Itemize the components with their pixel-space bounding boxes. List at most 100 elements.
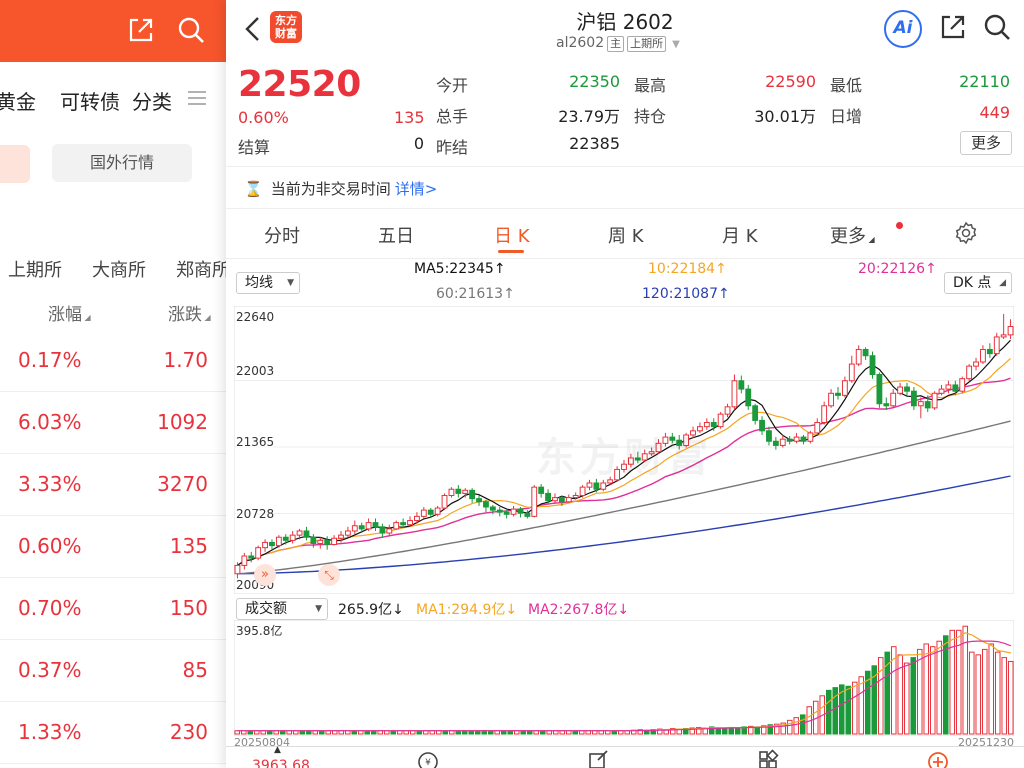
candle-body	[904, 386, 910, 392]
index-indicator-icon: ▲	[274, 745, 281, 755]
settle-value: 0	[413, 134, 424, 153]
table-row[interactable]: 0.17% 1.70	[0, 330, 226, 392]
foreign-market-pill[interactable]: 国外行情	[52, 144, 192, 182]
candle-body	[828, 392, 834, 407]
edit-icon[interactable]	[586, 748, 610, 768]
high-value: 22590	[765, 72, 816, 91]
candle-body	[766, 430, 772, 442]
candle-body	[938, 388, 945, 394]
left-header-bar	[0, 0, 226, 62]
open-interest-value: 30.01万	[754, 107, 816, 126]
exchange-dce[interactable]: 大商所	[92, 256, 146, 282]
volume-bar	[968, 651, 975, 735]
candle-body	[717, 413, 724, 428]
candle-body	[993, 336, 1000, 355]
search-icon[interactable]	[982, 12, 1012, 42]
divider	[226, 166, 1024, 167]
domestic-pill[interactable]	[0, 145, 30, 183]
expand-icon[interactable]: ⤡	[318, 564, 340, 586]
contract-code: al2602	[556, 35, 605, 51]
nav-category[interactable]: 分类	[132, 86, 172, 115]
chevron-down-icon: ▼	[287, 278, 294, 288]
volume-bar	[936, 640, 943, 735]
candle-body	[476, 498, 482, 503]
dk-point-select[interactable]: DK 点 ◢	[944, 272, 1012, 294]
exchange-shfe[interactable]: 上期所	[8, 256, 62, 282]
table-row[interactable]: 0.60% 135	[0, 516, 226, 578]
volume-bar	[988, 643, 995, 735]
volume-bar	[734, 727, 741, 735]
candle-body	[800, 436, 807, 442]
candle-body	[600, 482, 607, 490]
volume-chart[interactable]	[234, 620, 1014, 736]
table-row[interactable]: 1.33% 230	[0, 702, 226, 764]
more-quote-button[interactable]: 更多	[960, 131, 1012, 155]
table-row[interactable]: 6.03% 1092	[0, 392, 226, 454]
bottom-toolbar	[226, 746, 1024, 768]
low-label: 最低	[830, 76, 863, 95]
candle-body	[973, 361, 979, 367]
table-row[interactable]: 0.70% 150	[0, 578, 226, 640]
table-row[interactable]: 3.33% 3270	[0, 454, 226, 516]
chevron-down-icon: ▼	[315, 604, 322, 614]
ai-assistant-button[interactable]: Ai	[884, 10, 922, 48]
tab-more[interactable]: 更多 ◢	[830, 222, 875, 248]
expand-left-icon[interactable]: »	[254, 564, 276, 586]
candle-body	[807, 432, 814, 442]
volume-bar	[949, 629, 956, 735]
ma20-value: 20:22126↑	[858, 261, 937, 277]
exchange-tag: 上期所	[627, 36, 667, 52]
tab-daily-k[interactable]: 日 K	[494, 222, 530, 248]
header-chg[interactable]: 涨跌 ◢	[168, 300, 211, 325]
gear-icon[interactable]	[954, 221, 978, 245]
candle-body	[959, 378, 966, 392]
candle-body	[275, 536, 282, 547]
candle-body	[310, 536, 317, 544]
candle-body	[772, 440, 779, 446]
tab-weekly-k[interactable]: 周 K	[608, 222, 644, 248]
candle-body	[434, 507, 441, 515]
open-value: 22350	[569, 72, 620, 91]
index-value[interactable]: 3963.68	[252, 758, 310, 768]
trading-notice: ⌛ 当前为非交易时间 详情>	[244, 178, 437, 199]
candle-body	[379, 526, 386, 534]
candle-body	[724, 406, 731, 415]
header-pct[interactable]: 涨幅 ◢	[48, 300, 91, 325]
tab-five-day[interactable]: 五日	[378, 222, 414, 248]
menu-icon[interactable]	[188, 90, 206, 106]
table-row[interactable]: 0.37% 85	[0, 640, 226, 702]
nav-gold[interactable]: 黄金	[0, 86, 36, 115]
candle-body	[924, 401, 931, 409]
candle-body	[862, 348, 869, 357]
add-watchlist-icon[interactable]	[926, 748, 950, 768]
candle-body	[393, 522, 400, 530]
last-price: 22520	[238, 64, 361, 105]
candle-body	[462, 489, 469, 494]
indicator-select[interactable]: 均线 ▼	[236, 272, 300, 294]
apps-icon[interactable]	[756, 748, 780, 768]
candle-body	[552, 497, 558, 502]
volume-indicator-select[interactable]: 成交额 ▼	[236, 598, 328, 620]
volume-bar	[793, 717, 800, 735]
volume-bar	[858, 676, 865, 735]
candle-body	[358, 525, 365, 530]
candle-body	[786, 438, 793, 442]
share-icon[interactable]	[938, 12, 968, 42]
contract-subtitle[interactable]: al2602 主上期所 ▼	[556, 35, 680, 52]
candle-body	[241, 555, 248, 566]
open-interest-label: 持仓	[634, 107, 667, 126]
search-icon[interactable]	[176, 15, 206, 45]
ma10-value: 10:22184↑	[648, 261, 727, 277]
candle-body	[876, 374, 883, 405]
exchange-czce[interactable]: 郑商所	[176, 256, 226, 282]
candle-body	[234, 564, 241, 575]
notice-detail-link[interactable]: 详情>	[395, 180, 438, 198]
yuan-icon[interactable]: ¥	[416, 748, 440, 768]
candle-body	[296, 530, 303, 536]
candle-body	[731, 380, 738, 408]
nav-convertible-bond[interactable]: 可转债	[60, 86, 120, 115]
tab-intraday[interactable]: 分时	[264, 222, 300, 248]
tab-monthly-k[interactable]: 月 K	[722, 222, 758, 248]
share-icon[interactable]	[126, 15, 156, 45]
candle-body	[931, 392, 938, 409]
